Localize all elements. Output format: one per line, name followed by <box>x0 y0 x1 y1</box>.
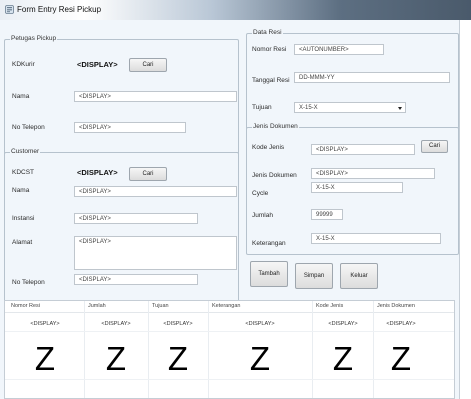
kdcst-label: KDCST <box>12 169 35 176</box>
column-header-nomor-resi[interactable]: Nomor Resi <box>11 303 40 309</box>
tujuan-select[interactable]: X-15-X <box>294 102 406 113</box>
data-resi-group: Data Resi Nomor Resi <AUTONUMBER> Tangga… <box>246 29 459 131</box>
customer-nama-field[interactable]: <DISPLAY> <box>74 186 237 197</box>
kurir-cari-button[interactable]: Cari <box>129 58 167 72</box>
cell-nomor-resi: <DISPLAY> <box>30 321 60 327</box>
column-divider <box>208 301 209 398</box>
jenis-dokumen-legend: Jenis Dokumen <box>252 123 299 130</box>
tanggal-resi-label: Tanggal Resi <box>252 77 290 84</box>
kurir-nama-field[interactable]: <DISPLAY> <box>74 91 237 102</box>
jumlah-label: Jumlah <box>252 212 273 219</box>
keterangan-field[interactable]: X-15-X <box>311 233 441 244</box>
simpan-button[interactable]: Simpan <box>295 263 333 289</box>
alamat-field[interactable]: <DISPLAY> <box>74 236 237 270</box>
kode-jenis-label: Kode Jenis <box>252 144 285 151</box>
cell-jumlah: <DISPLAY> <box>101 321 131 327</box>
kode-jenis-cari-button[interactable]: Cari <box>421 140 448 153</box>
nomor-resi-label: Nomor Resi <box>252 46 287 53</box>
tambah-button[interactable]: Tambah <box>250 261 288 287</box>
column-header-kode-jenis[interactable]: Kode Jenis <box>316 303 343 309</box>
kurir-telepon-field[interactable]: <DISPLAY> <box>74 122 186 133</box>
cell-kode-jenis: <DISPLAY> <box>328 321 358 327</box>
placeholder-glyph: Z <box>390 340 412 377</box>
petugas-pickup-legend: Petugas Pickup <box>10 35 58 42</box>
row-divider <box>5 331 454 332</box>
column-header-jenis-dokumen[interactable]: Jenis Dokumen <box>377 303 415 309</box>
column-header-tujuan[interactable]: Tujuan <box>152 303 169 309</box>
customer-legend: Customer <box>10 148 41 155</box>
column-divider <box>84 301 85 398</box>
kdkurir-value: <DISPLAY> <box>77 60 118 69</box>
row-divider <box>5 379 454 380</box>
cell-jenis-dokumen: <DISPLAY> <box>386 321 416 327</box>
data-resi-legend: Data Resi <box>252 29 283 36</box>
grid-header: Nomor Resi Jumlah Tujuan Keterangan Kode… <box>5 301 454 313</box>
cell-tujuan: <DISPLAY> <box>163 321 193 327</box>
customer-telepon-label: No Telepon <box>12 279 45 286</box>
placeholder-glyph: Z <box>249 340 271 377</box>
jumlah-field[interactable]: 99999 <box>311 209 343 220</box>
jenis-dokumen-field[interactable]: <DISPLAY> <box>311 168 435 179</box>
placeholder-glyph: Z <box>332 340 354 377</box>
app-icon <box>5 5 14 14</box>
cycle-field[interactable]: X-15-X <box>311 182 403 193</box>
petugas-pickup-group: Petugas Pickup KDKurir <DISPLAY> Cari Na… <box>4 35 239 161</box>
kdcst-value: <DISPLAY> <box>77 168 118 177</box>
column-header-keterangan[interactable]: Keterangan <box>212 303 240 309</box>
instansi-label: Instansi <box>12 215 35 222</box>
keluar-button[interactable]: Keluar <box>340 263 378 289</box>
kurir-telepon-label: No Telepon <box>12 124 45 131</box>
customer-cari-button[interactable]: Cari <box>129 167 167 181</box>
alamat-label: Alamat <box>12 239 33 246</box>
tujuan-selected-value: X-15-X <box>299 105 318 111</box>
column-divider <box>373 301 374 398</box>
placeholder-glyph: Z <box>105 340 127 377</box>
window-titlebar[interactable]: Form Entry Resi Pickup <box>0 0 471 20</box>
cell-keterangan: <DISPLAY> <box>245 321 275 327</box>
chevron-down-icon <box>398 107 402 110</box>
kurir-nama-label: Nama <box>12 93 30 100</box>
nomor-resi-field[interactable]: <AUTONUMBER> <box>294 44 384 55</box>
jenis-dokumen-label: Jenis Dokumen <box>252 172 297 179</box>
tanggal-resi-field[interactable]: DD-MMM-YY <box>294 72 450 83</box>
customer-group: Customer KDCST <DISPLAY> Cari Nama <DISP… <box>4 148 239 305</box>
instansi-field[interactable]: <DISPLAY> <box>74 213 198 224</box>
cycle-label: Cycle <box>252 190 269 197</box>
customer-telepon-field[interactable]: <DISPLAY> <box>74 274 198 285</box>
placeholder-glyph: Z <box>34 340 56 377</box>
placeholder-glyph: Z <box>167 340 189 377</box>
jenis-dokumen-group: Jenis Dokumen Kode Jenis <DISPLAY> Cari … <box>246 123 459 255</box>
customer-nama-label: Nama <box>12 187 30 194</box>
window-title: Form Entry Resi Pickup <box>17 5 102 14</box>
column-header-jumlah[interactable]: Jumlah <box>88 303 106 309</box>
kdkurir-label: KDKurir <box>12 61 35 68</box>
tujuan-label: Tujuan <box>252 104 272 111</box>
column-divider <box>148 301 149 398</box>
keterangan-label: Keterangan <box>252 240 286 247</box>
kode-jenis-field[interactable]: <DISPLAY> <box>311 144 415 155</box>
resi-data-grid[interactable]: Nomor Resi Jumlah Tujuan Keterangan Kode… <box>4 300 455 399</box>
column-divider <box>312 301 313 398</box>
